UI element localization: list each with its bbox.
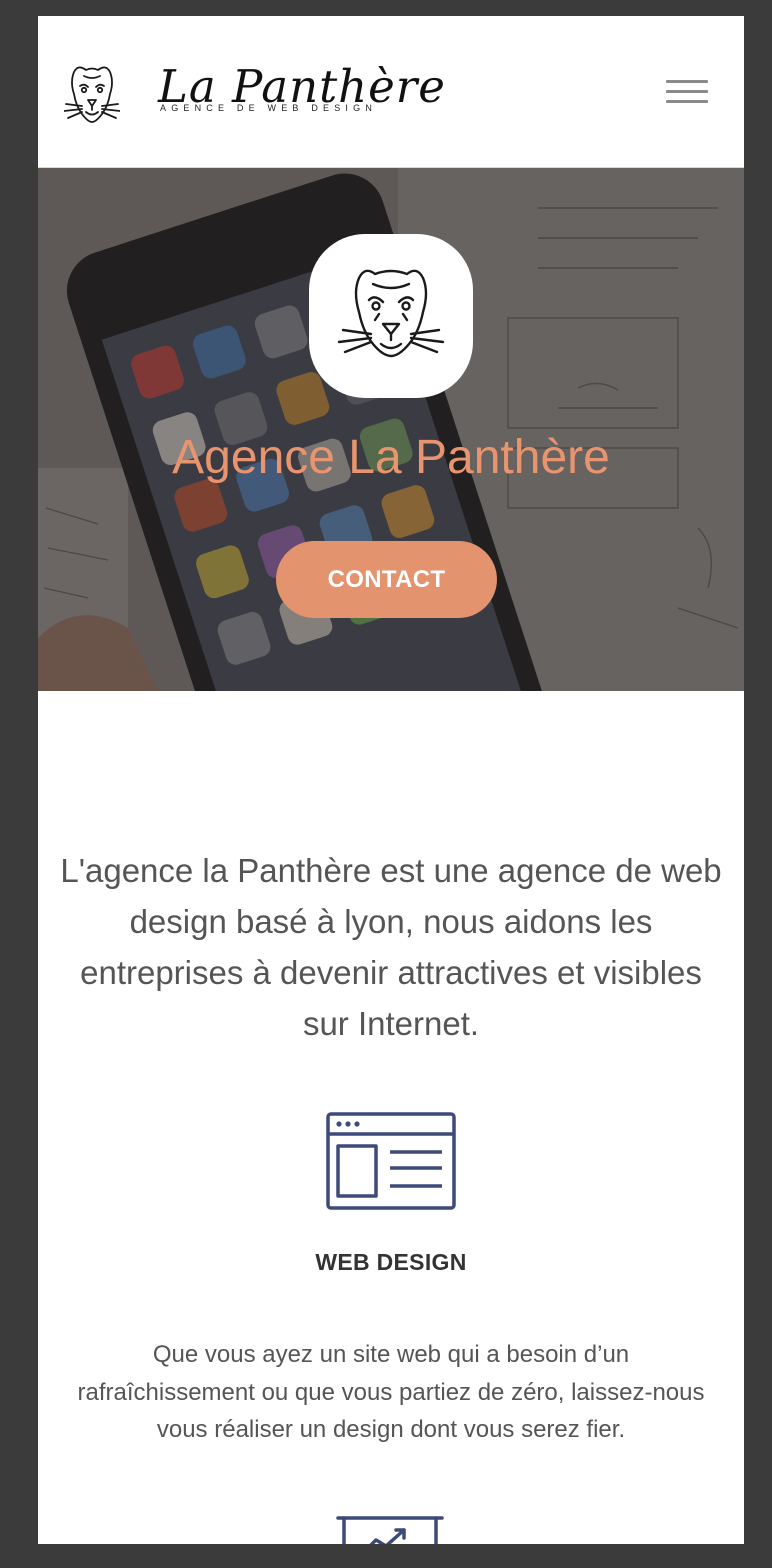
menu-line xyxy=(666,100,708,103)
site-logo[interactable]: La Panthère AGENCE DE WEB DESIGN xyxy=(64,60,445,132)
menu-line xyxy=(666,80,708,83)
panther-head-icon xyxy=(64,66,120,123)
menu-line xyxy=(666,90,708,93)
agency-intro-text: L'agence la Panthère est une agence de w… xyxy=(60,852,722,1042)
hero-section: Agence La Panthère CONTACT xyxy=(38,168,744,691)
service-description: Que vous ayez un site web qui a besoin d… xyxy=(77,1341,705,1443)
mobile-viewport: La Panthère AGENCE DE WEB DESIGN Agence … xyxy=(38,16,744,1544)
contact-button[interactable]: CONTACT xyxy=(276,541,497,618)
chart-board-icon xyxy=(336,1516,444,1544)
hero-title: Agence La Panthère xyxy=(172,431,610,484)
site-header: La Panthère AGENCE DE WEB DESIGN xyxy=(38,16,744,168)
web-layout-icon xyxy=(326,1112,456,1210)
brand-tagline: AGENCE DE WEB DESIGN xyxy=(160,103,378,113)
hamburger-menu-icon[interactable] xyxy=(666,80,710,106)
service-title: WEB DESIGN xyxy=(315,1249,467,1275)
panther-head-icon xyxy=(337,269,445,358)
hero-logo-badge xyxy=(309,234,473,398)
